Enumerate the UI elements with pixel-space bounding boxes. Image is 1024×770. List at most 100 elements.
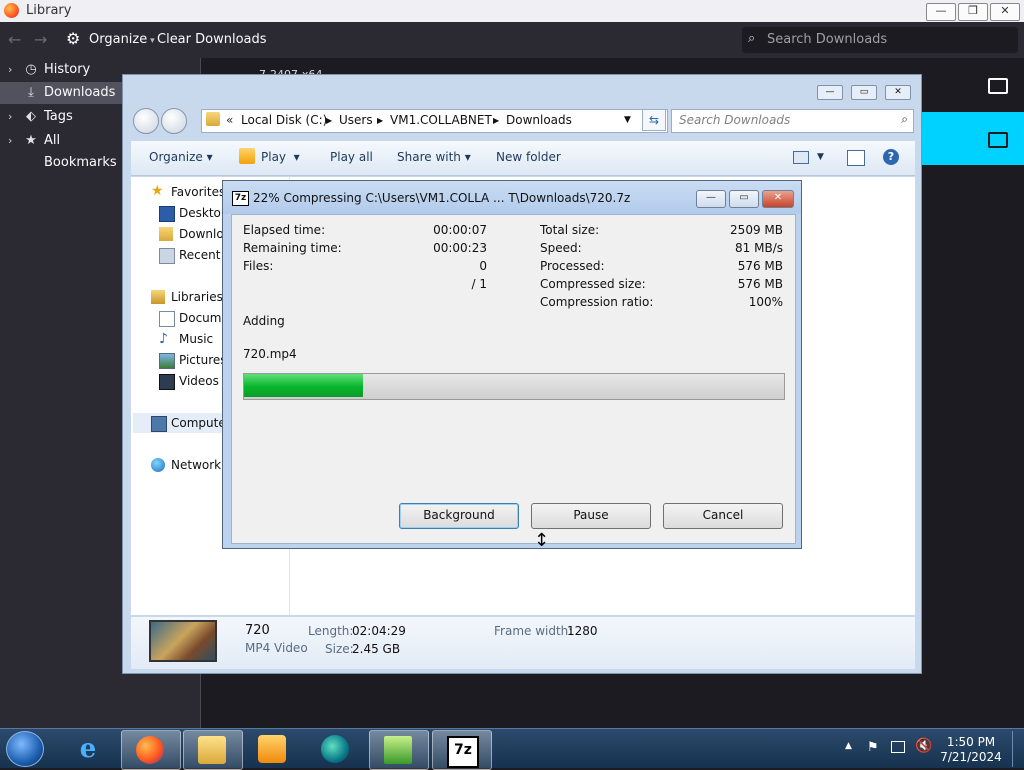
play-all-button[interactable]: Play all — [330, 150, 373, 164]
close-button[interactable]: ✕ — [990, 3, 1020, 21]
maximize-button[interactable]: ▭ — [729, 190, 759, 208]
gear-icon[interactable]: ⚙ — [66, 29, 80, 48]
breadcrumb-users[interactable]: Users — [339, 113, 373, 127]
file-length: 02:04:29 — [352, 624, 406, 638]
clock-icon: ◷ — [25, 62, 37, 77]
compressed-size: 576 MB — [737, 277, 783, 291]
downloads-folder-icon — [159, 227, 173, 241]
firefox-icon — [136, 736, 164, 764]
taskbar-7zip[interactable]: 7z — [432, 730, 492, 770]
flag-icon[interactable]: ⚑ — [867, 740, 879, 755]
compression-ratio: 100% — [748, 295, 783, 309]
sidebar-item-tags[interactable]: › ⬖ Tags — [0, 106, 122, 128]
chevron-right-icon: › — [8, 134, 13, 147]
remaining-time: 00:00:23 — [433, 241, 487, 255]
back-arrow-icon[interactable]: ← — [8, 30, 21, 49]
computer-icon — [151, 416, 167, 432]
maximize-button[interactable]: ▭ — [851, 85, 877, 100]
forward-arrow-icon[interactable]: → — [34, 30, 47, 49]
background-button[interactable]: Background — [399, 503, 519, 529]
explorer-search-input[interactable]: Search Downloads ⌕ — [671, 109, 914, 133]
play-icon — [239, 148, 255, 164]
minimize-button[interactable]: — — [696, 190, 726, 208]
breadcrumb-local-disk[interactable]: Local Disk (C:) — [241, 113, 327, 127]
files-count: 0 — [479, 259, 487, 273]
sidebar-item-history[interactable]: › ◷ History — [0, 59, 122, 81]
total-size: 2509 MB — [730, 223, 783, 237]
frame-width: 1280 — [567, 624, 598, 638]
sidebar-item-downloads[interactable]: ⤓ Downloads — [0, 82, 122, 104]
pause-button[interactable]: Pause — [531, 503, 651, 529]
explorer-icon — [198, 736, 226, 764]
compress-dialog-body: Elapsed time: 00:00:07 Remaining time: 0… — [231, 214, 796, 544]
file-size: 2.45 GB — [352, 642, 401, 656]
selected-download-highlight[interactable] — [921, 112, 1024, 165]
speaker-muted-icon[interactable]: 🔇 — [915, 738, 932, 754]
ie-icon: e — [79, 734, 97, 764]
preview-pane-icon[interactable] — [847, 150, 865, 166]
recent-places-icon — [159, 248, 175, 264]
taskbar-media-player[interactable] — [244, 730, 302, 768]
show-desktop-button[interactable] — [1012, 731, 1022, 767]
organize-menu[interactable]: Organize ▾ — [89, 32, 155, 47]
chevron-right-icon: › — [8, 110, 13, 123]
cancel-button[interactable]: Cancel — [663, 503, 783, 529]
share-with-menu[interactable]: Share with ▾ — [397, 150, 471, 164]
chevron-down-icon[interactable]: ▼ — [624, 115, 631, 125]
folder-icon[interactable] — [988, 132, 1008, 148]
view-options-icon[interactable] — [793, 151, 809, 164]
network-icon — [151, 458, 165, 472]
taskbar-explorer[interactable] — [183, 730, 243, 770]
folder-icon — [206, 112, 220, 126]
taskbar: e 7z ▲ ⚑ 🔇 1:50 PM 7/21/2024 — [0, 728, 1024, 770]
clear-downloads-button[interactable]: Clear Downloads — [157, 32, 267, 47]
chevron-down-icon[interactable]: ▼ — [817, 152, 824, 162]
star-icon: ★ — [151, 183, 164, 199]
library-title: Library — [26, 3, 72, 18]
show-hidden-icons[interactable]: ▲ — [845, 741, 852, 751]
folder-icon[interactable] — [988, 78, 1008, 94]
forward-button[interactable] — [161, 108, 187, 134]
address-bar[interactable]: « Local Disk (C:) ▶ Users ▶ VM1.COLLABNE… — [201, 109, 668, 133]
current-file: 720.mp4 — [243, 347, 297, 361]
processed-size: 576 MB — [737, 259, 783, 273]
minimize-button[interactable]: — — [926, 3, 956, 21]
media-player-icon — [258, 735, 286, 763]
music-icon: ♪ — [159, 331, 168, 347]
organize-menu[interactable]: Organize ▾ — [149, 150, 213, 164]
speed: 81 MB/s — [735, 241, 783, 255]
breadcrumb-downloads[interactable]: Downloads — [506, 113, 572, 127]
videos-icon — [159, 374, 175, 390]
search-icon: ⌕ — [901, 112, 908, 126]
search-icon: ⌕ — [748, 31, 756, 46]
help-icon[interactable]: ? — [883, 149, 899, 165]
chevron-right-icon[interactable]: ▶ — [493, 116, 499, 125]
minimize-button[interactable]: — — [817, 85, 843, 100]
taskbar-ie[interactable]: e — [60, 730, 118, 768]
progress-fill — [244, 374, 363, 397]
taskbar-firefox[interactable] — [121, 730, 181, 770]
back-button[interactable] — [133, 108, 159, 134]
chevron-right-icon[interactable]: ▶ — [377, 116, 383, 125]
chevron-right-icon: › — [8, 63, 13, 76]
play-menu[interactable]: Play ▾ — [261, 150, 300, 164]
new-folder-button[interactable]: New folder — [496, 150, 561, 164]
system-clock[interactable]: 1:50 PM 7/21/2024 — [936, 735, 1006, 765]
close-button[interactable]: ✕ — [762, 190, 794, 208]
taskbar-notepad[interactable] — [369, 730, 429, 770]
video-thumbnail — [149, 620, 217, 662]
network-icon[interactable] — [891, 741, 905, 753]
start-button[interactable] — [6, 731, 44, 767]
action-text: Adding — [243, 314, 285, 328]
refresh-icon[interactable]: ⇆ — [642, 109, 666, 131]
chevron-right-icon[interactable]: ▶ — [326, 116, 332, 125]
close-button[interactable]: ✕ — [885, 85, 911, 100]
tag-icon: ⬖ — [26, 109, 36, 124]
taskbar-app[interactable] — [307, 730, 365, 768]
downloads-search-input[interactable]: ⌕ Search Downloads — [742, 27, 1018, 53]
maximize-button[interactable]: ❐ — [958, 3, 988, 21]
breadcrumb-user[interactable]: VM1.COLLABNET — [390, 113, 492, 127]
sidebar-item-all-bookmarks[interactable]: › ★ All Bookmarks — [0, 130, 122, 170]
files-total: / 1 — [471, 277, 488, 291]
elapsed-time: 00:00:07 — [433, 223, 487, 237]
